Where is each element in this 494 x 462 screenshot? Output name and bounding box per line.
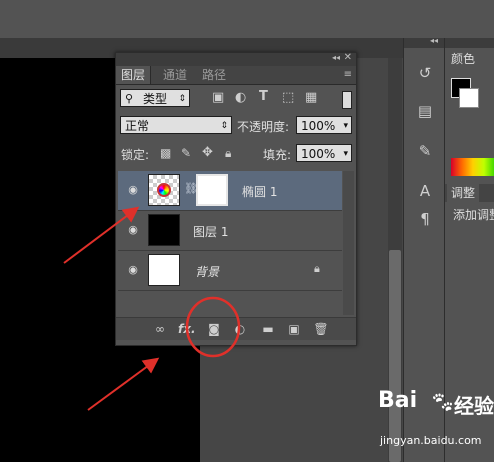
lock-image-icon[interactable]: ✎ <box>181 146 191 160</box>
chevron-updown-icon: ⇕ <box>178 94 186 104</box>
layers-scrollbar[interactable] <box>343 171 354 315</box>
adjustment-filter-icon[interactable]: ◐ <box>235 90 246 105</box>
lock-label: 锁定: <box>121 148 150 162</box>
layer-name: 图层 1 <box>193 225 229 239</box>
panel-menu-icon[interactable]: ≡ <box>344 69 352 80</box>
eye-icon[interactable]: ◉ <box>126 263 140 277</box>
fill-value: 100% <box>301 147 336 161</box>
layer-row-layer1[interactable]: ◉ 图层 1 <box>118 211 342 251</box>
fill-label: 填充: <box>263 148 292 162</box>
character-icon[interactable]: A <box>414 180 436 202</box>
collapse-icon[interactable]: ◂◂ <box>430 36 438 45</box>
adjustment-layer-icon[interactable]: ◐ <box>232 321 248 337</box>
ellipse-shape-icon <box>157 183 171 197</box>
lock-position-icon[interactable]: ✥ <box>202 145 213 160</box>
blend-mode-value: 正常 <box>125 119 150 133</box>
paragraph-icon[interactable]: ¶ <box>414 208 436 230</box>
filter-kind-label: 类型 <box>143 92 168 106</box>
adjustments-hint: 添加调整 <box>453 208 494 222</box>
collapse-panel-icon[interactable]: ◂◂ <box>332 53 340 62</box>
actions-icon[interactable]: ▤ <box>414 100 436 122</box>
blend-row: 正常 ⇕ 不透明度: 100% ▾ <box>116 115 356 137</box>
watermark-brand: Bai <box>378 388 418 413</box>
pixel-filter-icon[interactable]: ▣ <box>212 90 224 105</box>
opacity-value: 100% <box>301 119 336 133</box>
color-spectrum[interactable] <box>451 158 494 176</box>
shape-filter-icon[interactable]: ⬚ <box>282 90 294 105</box>
chevron-down-icon: ▾ <box>343 121 348 131</box>
tab-paths[interactable]: 路径 <box>197 66 231 84</box>
history-icon[interactable]: ↺ <box>414 62 436 84</box>
strip-header: ◂◂ <box>404 36 444 48</box>
mask-thumbnail[interactable] <box>196 174 228 206</box>
lock-icon: 🔒︎ <box>314 262 320 275</box>
layer-thumbnail <box>148 254 180 286</box>
layer-row-ellipse[interactable]: ◉ ⛓ 椭圆 1 <box>118 171 342 211</box>
blend-mode-dropdown[interactable]: 正常 ⇕ <box>120 116 232 134</box>
layer-name: 背景 <box>195 265 220 279</box>
new-layer-icon[interactable]: ▣ <box>286 321 302 337</box>
tab-adjustments[interactable]: 调整 <box>447 184 480 202</box>
watermark-url: jingyan.baidu.com <box>380 434 482 447</box>
fx-icon[interactable]: fx. <box>178 321 196 337</box>
layer-row-background[interactable]: ◉ 背景 🔒︎ <box>118 251 342 291</box>
color-panel-header <box>445 38 494 48</box>
options-bar <box>0 0 494 38</box>
filter-kind-dropdown[interactable]: ⚲ 类型 ⇕ <box>120 89 190 107</box>
eye-icon[interactable]: ◉ <box>126 183 140 197</box>
opacity-input[interactable]: 100% ▾ <box>296 116 352 134</box>
watermark: Bai 🐾︎ 经验 jingyan.baidu.com <box>378 388 494 462</box>
filter-row: ⚲ 类型 ⇕ ▣ ◐ T ⬚ ▦ <box>116 87 356 111</box>
panel-titlebar[interactable]: ◂◂ ✕ <box>116 52 356 66</box>
filter-toggle[interactable] <box>342 91 352 109</box>
panel-footer: ∞ fx. ◙ ◐ ▬ ▣ 🗑︎ <box>116 317 356 340</box>
background-swatch[interactable] <box>459 88 479 108</box>
tab-layers[interactable]: 图层 <box>116 66 152 84</box>
panel-tabs: 图层 通道 路径 ≡ <box>116 66 356 85</box>
lock-row: 锁定: ▩ ✎ ✥ 🔒︎ 填充: 100% ▾ <box>116 143 356 165</box>
close-icon[interactable]: ✕ <box>344 52 352 63</box>
add-mask-icon[interactable]: ◙ <box>206 321 222 337</box>
eye-icon[interactable]: ◉ <box>126 223 140 237</box>
layers-panel: ◂◂ ✕ 图层 通道 路径 ≡ ⚲ 类型 ⇕ ▣ ◐ T ⬚ ▦ 正常 ⇕ 不透… <box>115 52 357 346</box>
search-icon: ⚲ <box>125 92 134 105</box>
chevron-down-icon: ▾ <box>343 149 348 159</box>
tab-color[interactable]: 颜色 <box>447 50 480 68</box>
group-folder-icon[interactable]: ▬ <box>260 321 276 337</box>
layer-name: 椭圆 1 <box>242 185 278 199</box>
type-filter-icon[interactable]: T <box>259 89 268 104</box>
layer-thumbnail <box>148 174 180 206</box>
watermark-brand-cn: 经验 <box>454 394 494 418</box>
chevron-updown-icon: ⇕ <box>220 121 228 131</box>
trash-icon[interactable]: 🗑︎ <box>313 321 329 337</box>
fill-input[interactable]: 100% ▾ <box>296 144 352 162</box>
link-layers-icon[interactable]: ∞ <box>152 321 168 337</box>
layer-thumbnail <box>148 214 180 246</box>
lock-transparent-icon[interactable]: ▩ <box>160 146 171 160</box>
lock-all-icon[interactable]: 🔒︎ <box>225 146 231 161</box>
layers-list: ◉ ⛓ 椭圆 1 ◉ 图层 1 ◉ 背景 🔒︎ <box>118 171 342 315</box>
tab-channels[interactable]: 通道 <box>158 66 192 84</box>
opacity-label: 不透明度: <box>237 120 290 134</box>
brush-presets-icon[interactable]: ✎ <box>414 140 436 162</box>
smart-object-filter-icon[interactable]: ▦ <box>305 90 317 105</box>
paw-icon: 🐾︎ <box>430 390 456 414</box>
adjustments-tabs: 调整 <box>445 184 494 202</box>
